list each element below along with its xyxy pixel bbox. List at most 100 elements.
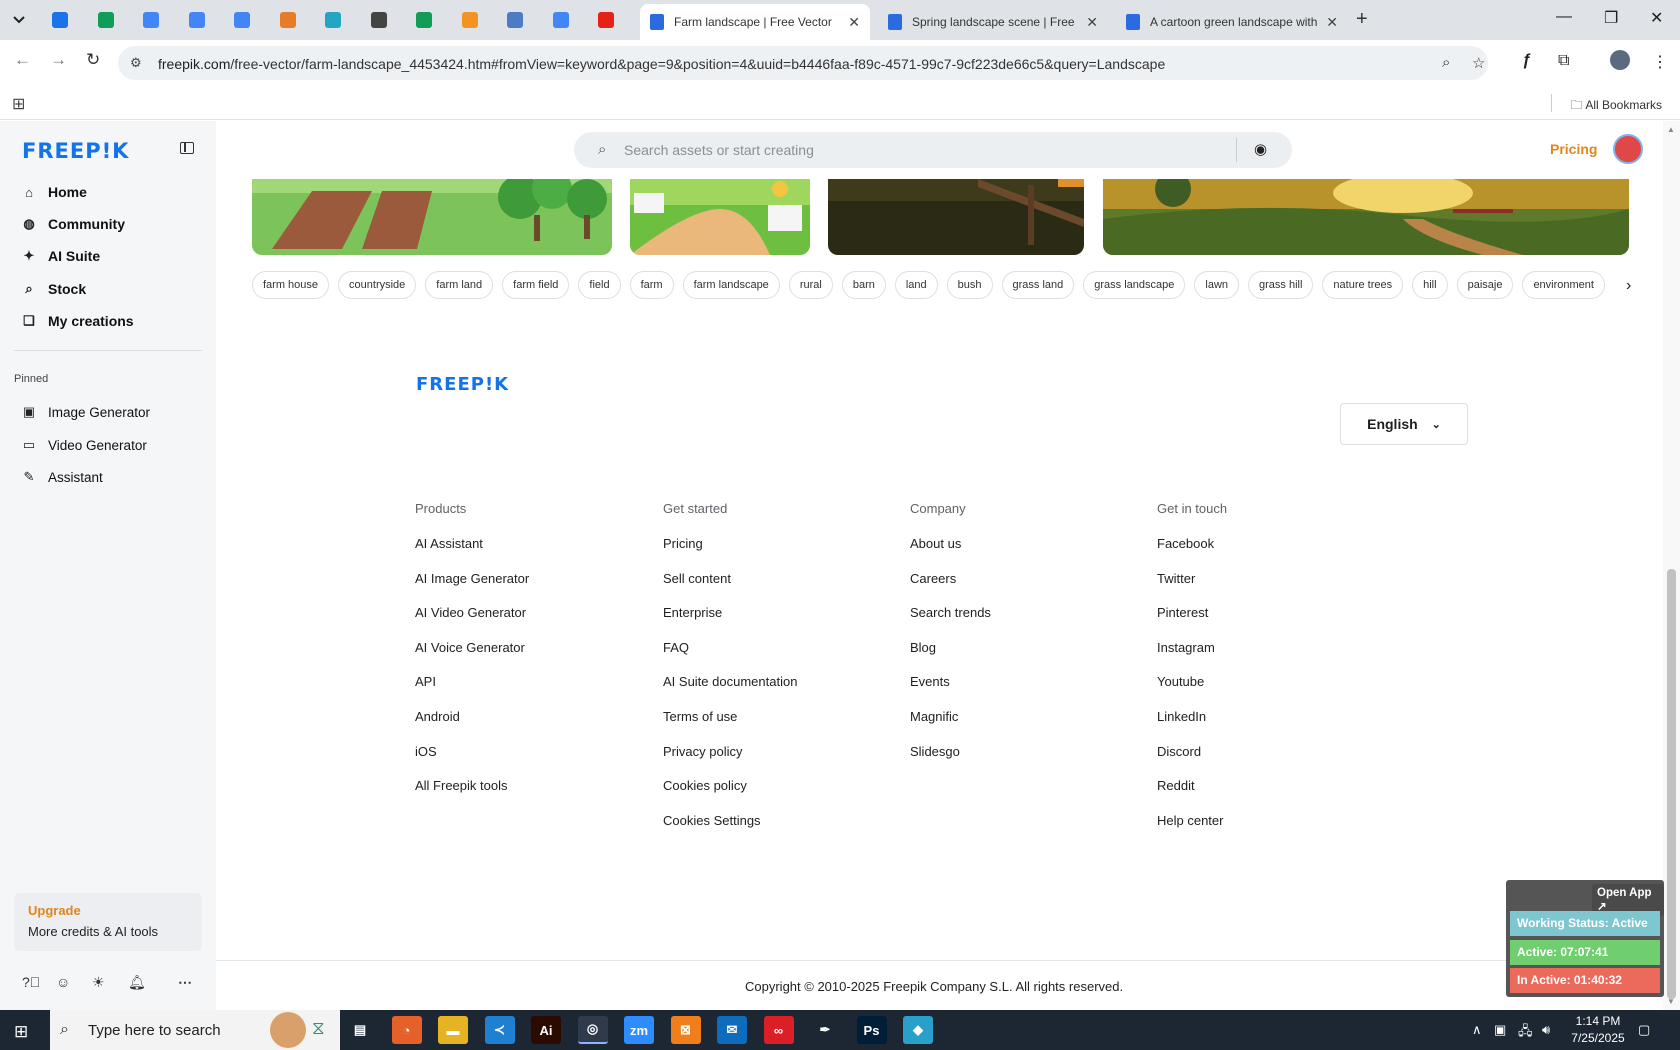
footer-link[interactable]: Help center	[1157, 804, 1227, 839]
footer-link[interactable]: AI Image Generator	[415, 562, 529, 597]
sidebar-item-image-generator[interactable]: ▣ Image Generator	[20, 401, 150, 423]
footer-link[interactable]: Sell content	[663, 562, 797, 597]
firefox-icon[interactable]: ◔	[391, 1016, 422, 1044]
close-tab-icon[interactable]: ✕	[1326, 14, 1338, 31]
help-icon[interactable]: ?⃝	[22, 974, 40, 990]
footer-link[interactable]: Blog	[910, 631, 991, 666]
scroll-thumb[interactable]	[1667, 569, 1676, 999]
new-tab-icon[interactable]: +	[1356, 8, 1368, 31]
footer-link[interactable]: iOS	[415, 735, 529, 770]
app-icon[interactable]: ◆	[903, 1016, 933, 1044]
illustrator-icon[interactable]: Ai	[531, 1016, 561, 1044]
bookmark-star-icon[interactable]: ☆	[1472, 54, 1485, 72]
footer-logo[interactable]: FREEP!K	[416, 374, 509, 395]
footer-link[interactable]: Instagram	[1157, 631, 1227, 666]
footer-link[interactable]: AI Suite documentation	[663, 665, 797, 700]
footer-link[interactable]: AI Video Generator	[415, 596, 529, 631]
zoom-icon[interactable]: ⌕	[1442, 54, 1450, 71]
tag-chip[interactable]: hill	[1412, 271, 1448, 299]
tab-search-button[interactable]	[6, 8, 32, 32]
tag-chip[interactable]: countryside	[338, 271, 417, 299]
taskbar-search[interactable]: ⌕ Type here to search ⧖	[50, 1010, 340, 1050]
tab-farm-landscape[interactable]: Farm landscape | Free Vector ✕	[640, 4, 870, 40]
sidebar-item-video-generator[interactable]: ▭ Video Generator	[20, 434, 147, 456]
sidebar-item-ai-suite[interactable]: ✦ AI Suite	[20, 245, 101, 267]
pinned-tab[interactable]	[276, 8, 300, 32]
pinned-tab[interactable]	[94, 8, 118, 32]
profile-avatar[interactable]	[1610, 50, 1630, 70]
tag-chip[interactable]: environment	[1522, 271, 1605, 299]
xampp-icon[interactable]: ⊠	[670, 1016, 701, 1044]
extensions-puzzle-icon[interactable]: ⧉	[1558, 52, 1569, 70]
window-close-icon[interactable]: ✕	[1650, 8, 1663, 28]
tab-cartoon-landscape[interactable]: A cartoon green landscape with ✕	[1116, 4, 1348, 40]
notification-center-icon[interactable]: ▢	[1638, 1022, 1650, 1038]
pinned-tab[interactable]	[503, 8, 527, 32]
pinned-tab[interactable]	[458, 8, 482, 32]
freepik-logo[interactable]: FREEP!K	[22, 139, 129, 163]
footer-link[interactable]: AI Assistant	[415, 527, 529, 562]
file-explorer-icon[interactable]: ▬	[438, 1016, 468, 1044]
tag-chip[interactable]: farm field	[502, 271, 570, 299]
footer-link[interactable]: Discord	[1157, 735, 1227, 770]
tag-chip[interactable]: farm landscape	[682, 271, 780, 299]
search-bar[interactable]: ⌕ Search assets or start creating ◉	[574, 132, 1292, 168]
tray-app-icon[interactable]: ▣	[1494, 1022, 1506, 1038]
footer-link[interactable]: Cookies policy	[663, 769, 797, 804]
reload-icon[interactable]: ↻	[86, 50, 100, 70]
collapse-sidebar-icon[interactable]	[180, 142, 194, 154]
taskbar-clock[interactable]: 1:14 PM 7/25/2025	[1570, 1013, 1626, 1047]
tag-chip[interactable]: land	[894, 271, 938, 299]
tag-chip[interactable]: field	[578, 271, 621, 299]
footer-link[interactable]: Search trends	[910, 596, 991, 631]
notifications-icon[interactable]: 🔔︎	[128, 974, 146, 991]
theme-toggle-icon[interactable]: ☀	[92, 974, 105, 991]
pinned-tab[interactable]	[230, 8, 254, 32]
all-bookmarks-button[interactable]: 🗀 All Bookmarks	[1571, 96, 1662, 117]
tag-chip[interactable]: farm	[629, 271, 674, 299]
footer-link[interactable]: About us	[910, 527, 991, 562]
minimize-icon[interactable]: —	[1556, 8, 1572, 26]
tag-chip[interactable]: grass landscape	[1083, 271, 1186, 299]
footer-link[interactable]: Enterprise	[663, 596, 797, 631]
upgrade-card[interactable]: Upgrade More credits & AI tools	[14, 893, 202, 951]
footer-link[interactable]: Youtube	[1157, 665, 1227, 700]
restore-icon[interactable]: ❐	[1604, 8, 1618, 28]
related-thumbnail-dark-farm[interactable]	[828, 179, 1084, 255]
search-input[interactable]: Search assets or start creating	[624, 142, 814, 158]
zoom-icon[interactable]: zm	[624, 1016, 654, 1044]
browser-menu-icon[interactable]: ⋮	[1652, 52, 1668, 72]
footer-link[interactable]: API	[415, 665, 529, 700]
tag-chip[interactable]: nature trees	[1322, 271, 1404, 299]
pinned-tab[interactable]	[549, 8, 573, 32]
pinned-tab[interactable]	[594, 8, 618, 32]
footer-link[interactable]: Pricing	[663, 527, 797, 562]
pen-tool-icon[interactable]: ✒	[810, 1016, 840, 1044]
pinned-tab[interactable]	[185, 8, 209, 32]
footer-link[interactable]: Cookies Settings	[663, 804, 797, 839]
pinned-tab[interactable]	[367, 8, 391, 32]
footer-link[interactable]: Facebook	[1157, 527, 1227, 562]
tag-chip[interactable]: farm land	[425, 271, 494, 299]
sidebar-item-home[interactable]: ⌂ Home	[20, 181, 87, 203]
task-view-icon[interactable]: ▤	[345, 1016, 375, 1044]
extension-f-icon[interactable]: ƒ	[1522, 52, 1531, 70]
creative-cloud-icon[interactable]: ∞	[763, 1016, 794, 1044]
tag-chip[interactable]: farm house	[252, 271, 330, 299]
site-settings-icon[interactable]: ⚙	[130, 55, 142, 71]
tag-chip[interactable]: bush	[946, 271, 993, 299]
footer-link[interactable]: Pinterest	[1157, 596, 1227, 631]
outlook-icon[interactable]: ✉	[717, 1016, 747, 1044]
footer-link[interactable]: Android	[415, 700, 529, 735]
pinned-tab[interactable]	[139, 8, 163, 32]
footer-link[interactable]: Careers	[910, 562, 991, 597]
more-options-icon[interactable]: ⋯	[178, 974, 192, 991]
user-avatar[interactable]	[1613, 134, 1643, 164]
pricing-link[interactable]: Pricing	[1550, 141, 1597, 157]
footer-link[interactable]: Twitter	[1157, 562, 1227, 597]
close-tab-icon[interactable]: ✕	[1086, 14, 1098, 31]
taskbar-search-input[interactable]: Type here to search	[88, 1022, 221, 1039]
footer-link[interactable]: FAQ	[663, 631, 797, 666]
tag-chip[interactable]: paisaje	[1456, 271, 1514, 299]
footer-link[interactable]: All Freepik tools	[415, 769, 529, 804]
